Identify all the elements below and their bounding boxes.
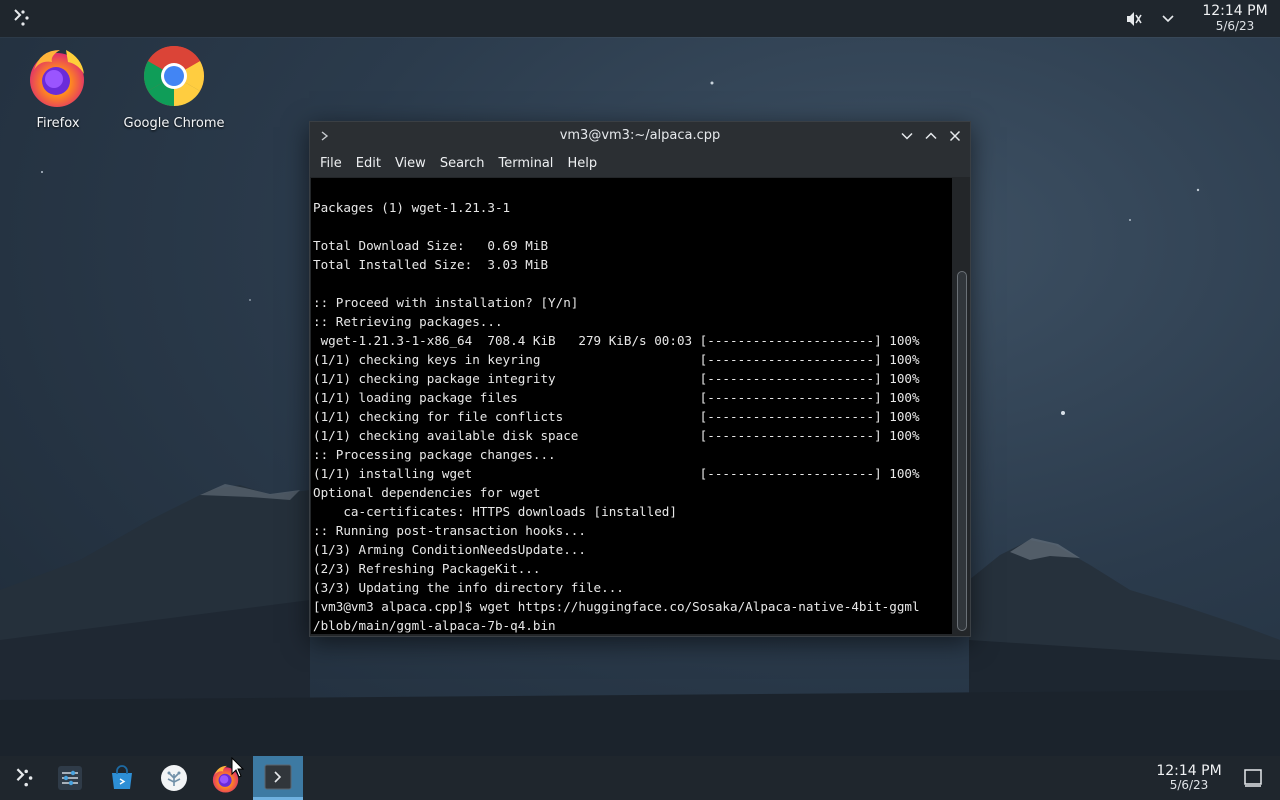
settings-sliders-icon [58,766,82,790]
system-tray: 12:14 PM 5/6/23 [1122,0,1280,37]
store-bag-icon [112,765,132,789]
taskbar-app-launcher[interactable] [0,756,48,800]
app-launcher-icon[interactable] [8,6,34,30]
firefox-icon [30,50,84,107]
taskbar-clock[interactable]: 12:14 PM 5/6/23 [1142,764,1236,792]
maximize-button[interactable] [921,126,941,146]
desktop-icon-label: Google Chrome [123,116,225,131]
menu-edit[interactable]: Edit [349,150,388,177]
menu-terminal[interactable]: Terminal [491,150,560,177]
clock-date: 5/6/23 [1169,778,1209,792]
terminal-icon [264,764,292,789]
app-launcher-icon [16,768,33,787]
show-desktop-icon[interactable] [1244,769,1262,787]
scrollbar-thumb[interactable] [957,271,967,631]
volume-muted-icon[interactable] [1122,7,1146,31]
desktop-icon-label: Firefox [36,116,80,131]
top-clock[interactable]: 12:14 PM 5/6/23 [1190,2,1280,34]
top-panel: 12:14 PM 5/6/23 [0,0,1280,37]
taskbar-system-settings[interactable] [46,756,94,800]
clock-time: 12:14 PM [1156,763,1222,779]
clock-time: 12:14 PM [1202,2,1268,19]
menu-help[interactable]: Help [560,150,604,177]
window-titlebar[interactable]: vm3@vm3:~/alpaca.cpp [310,122,970,150]
menu-bar: File Edit View Search Terminal Help [310,150,970,177]
mouse-cursor-icon [231,757,245,778]
menu-view[interactable]: View [388,150,433,177]
taskbar-konsole[interactable] [253,756,303,800]
konsole-window: vm3@vm3:~/alpaca.cpp File Edit View Sear… [309,121,971,637]
clock-date: 5/6/23 [1215,18,1255,33]
desktop-icon-chrome[interactable]: Google Chrome [119,44,229,131]
desktop-icon-firefox[interactable]: Firefox [3,44,113,131]
chevron-down-icon[interactable] [1156,7,1180,31]
kde-connect-icon [161,765,187,791]
taskbar-kde-connect[interactable] [150,756,198,800]
terminal-text: Packages (1) wget-1.21.3-1 Total Downloa… [313,200,920,633]
window-title: vm3@vm3:~/alpaca.cpp [559,128,721,143]
minimize-button[interactable] [897,126,917,146]
menu-file[interactable]: File [313,150,349,177]
taskbar-discover[interactable] [98,756,146,800]
close-button[interactable] [945,126,965,146]
terminal-output[interactable]: Packages (1) wget-1.21.3-1 Total Downloa… [311,178,952,634]
taskbar: 12:14 PM 5/6/23 [0,756,1280,800]
chrome-icon [143,45,205,107]
terminal-scrollbar[interactable] [953,178,969,634]
menu-search[interactable]: Search [433,150,492,177]
